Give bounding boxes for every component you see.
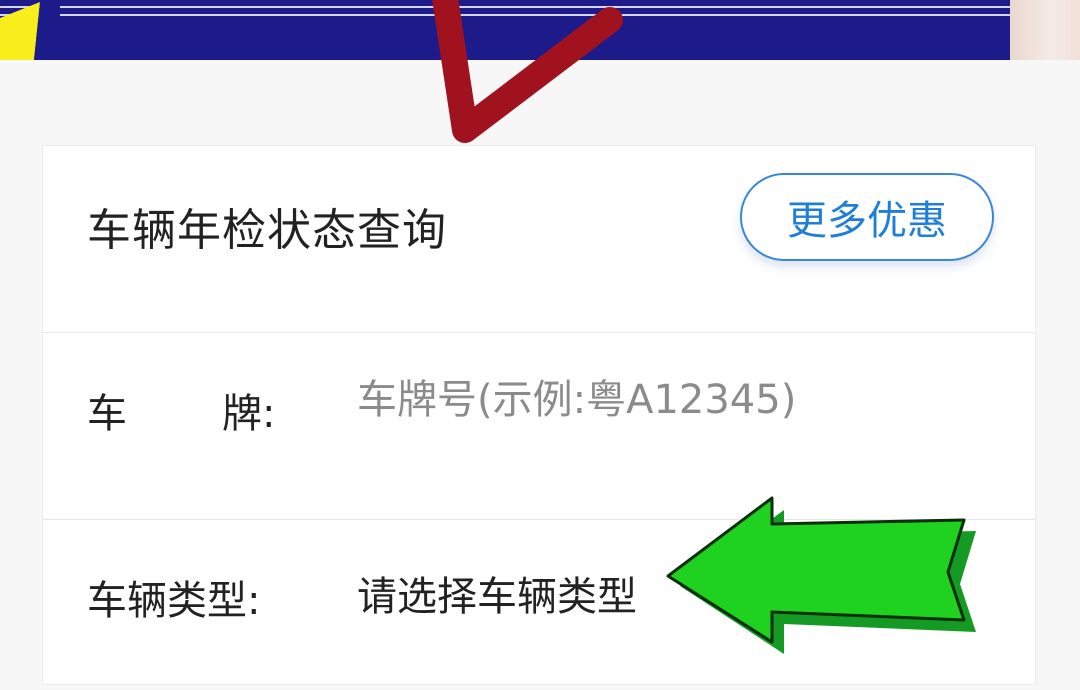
- plate-input-wrapper: [357, 377, 917, 423]
- plate-number-input[interactable]: [357, 377, 917, 423]
- vehicle-type-select[interactable]: 请选择车辆类型: [357, 564, 637, 622]
- form-header-row: 车辆年检状态查询 更多优惠: [43, 146, 1035, 333]
- green-arrow-annotation: [666, 496, 976, 654]
- vehicle-type-label: 车辆类型:: [87, 578, 261, 624]
- plate-label-char: 牌:: [222, 391, 276, 437]
- more-offers-button[interactable]: 更多优惠: [740, 173, 994, 261]
- banner-yellow-shape: [0, 0, 60, 60]
- banner-person-image: [1010, 0, 1080, 60]
- page-title: 车辆年检状态查询: [87, 205, 447, 256]
- red-arrow-annotation: [432, 0, 623, 143]
- plate-label-char: 车: [87, 391, 127, 437]
